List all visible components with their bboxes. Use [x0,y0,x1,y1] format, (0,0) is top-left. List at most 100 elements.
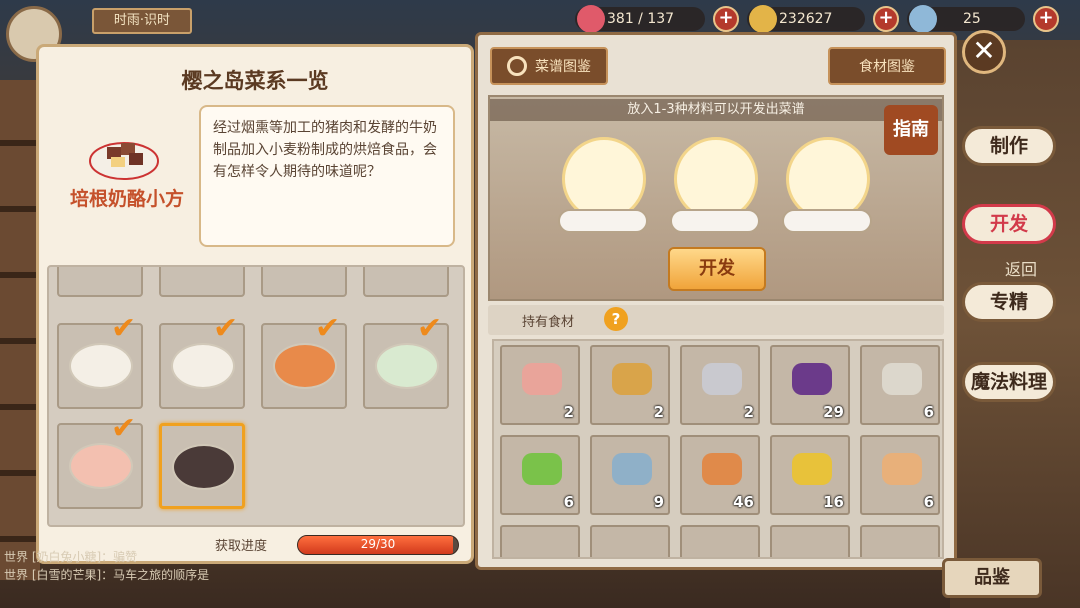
chat-line: 世界 [白雪的芒果]：马车之旅的顺序是 [4,568,210,582]
dish-cell[interactable]: ✔ [363,314,449,409]
prawn-icon [702,453,742,485]
time-tag: 时雨·识时 [92,8,192,34]
dish-description: 经过烟熏等加工的猪肉和发酵的牛奶制品加入小麦粉制成的烘焙食品，会有怎样令人期待的… [199,105,455,247]
background-shelf [0,80,40,580]
ingredient-cell[interactable]: 2 [500,345,580,425]
dish-cell-partial[interactable] [159,267,245,297]
check-icon: ✔ [111,311,137,346]
ingredient-cell-partial[interactable] [770,525,850,557]
ingredient-cell[interactable]: 2 [680,345,760,425]
coin-value: 232627 [779,11,833,27]
ingredient-cell-partial[interactable] [590,525,670,557]
dish-cell-selected[interactable] [159,423,245,509]
ingredient-cell[interactable]: 29 [770,345,850,425]
gem-counter: 25 [907,5,1025,33]
ingredient-book-button[interactable]: 食材图鉴 [828,47,946,85]
ingredient-cell[interactable]: 9 [590,435,670,515]
cuisine-list-panel: 樱之岛菜系一览 培根奶酪小方 经过烟熏等加工的猪肉和发酵的牛奶制品加入小麦粉制成… [36,44,474,564]
coin-counter: 232627 [747,5,865,33]
add-stamina-button[interactable]: + [713,6,739,32]
stamina-counter: 381 / 137 [575,5,705,33]
dish-cell[interactable]: ✔ [261,314,347,409]
check-icon: ✔ [315,311,341,346]
make-button[interactable]: 制作 [962,126,1056,166]
egg-icon [882,453,922,485]
develop-button[interactable]: 开发 [668,247,766,291]
dish-plate-icon [172,444,236,490]
ingredient-count: 6 [923,493,934,511]
development-panel: 菜谱图鉴 食材图鉴 放入1-3种材料可以开发出菜谱 指南 开发 持有食材 ? 2… [475,32,957,570]
guide-button[interactable]: 指南 [884,105,938,155]
check-icon: ✔ [213,311,239,346]
magic-cooking-button[interactable]: 魔法料理 [962,362,1056,402]
dish-cell[interactable]: ✔ [57,314,143,409]
pork-belly-icon [522,363,562,395]
ingredient-cell[interactable]: 6 [500,435,580,515]
heart-icon [577,5,605,33]
coin-icon [749,5,777,33]
add-gem-button[interactable]: + [1033,6,1059,32]
ingredient-cell-partial[interactable] [500,525,580,557]
ingredient-count: 2 [743,403,754,421]
check-icon: ✔ [417,311,443,346]
owned-ingredients-label: 持有食材 [522,315,575,330]
dish-preview-image [89,142,159,180]
add-coin-button[interactable]: + [873,6,899,32]
ingredient-cell-partial[interactable] [680,525,760,557]
ingredient-count: 46 [733,493,754,511]
ingredient-slot-3-label [782,209,872,233]
search-icon [507,56,527,76]
ingredient-slot-1-label [558,209,648,233]
shrimp-icon [612,453,652,485]
ingredient-count: 6 [923,403,934,421]
develop-tab-button[interactable]: 开发 [962,204,1056,244]
back-button[interactable]: 返回 [1005,256,1037,280]
dish-plate-icon [69,443,133,489]
yellow-fish-icon [792,453,832,485]
ingredient-count: 29 [823,403,844,421]
check-icon: ✔ [111,411,137,446]
eggplant-icon [792,363,832,395]
gem-icon [909,5,937,33]
dish-plate-icon [375,343,439,389]
ingredient-cell[interactable]: 6 [860,435,940,515]
ingredient-cell[interactable]: 2 [590,345,670,425]
potato-icon [612,363,652,395]
development-area: 放入1-3种材料可以开发出菜谱 指南 开发 [488,95,944,301]
recipe-book-label: 菜谱图鉴 [535,59,591,75]
dish-cell-partial[interactable] [57,267,143,297]
ingredient-count: 2 [653,403,664,421]
development-hint: 放入1-3种材料可以开发出菜谱 [490,99,942,121]
recipe-book-button[interactable]: 菜谱图鉴 [490,47,608,85]
dish-cell-partial[interactable] [261,267,347,297]
ingredient-cell[interactable]: 6 [860,345,940,425]
ingredient-grid: 2 2 2 29 6 6 9 46 16 6 [492,339,944,559]
ingredient-cell[interactable]: 16 [770,435,850,515]
world-chat: 世界 [奶白兔小糖]：骗赞 世界 [白雪的芒果]：马车之旅的顺序是 [0,548,470,584]
dish-cell[interactable]: ✔ [159,314,245,409]
specialize-button[interactable]: 专精 [962,282,1056,322]
ingredient-count: 9 [653,493,664,511]
ingredient-cell[interactable]: 46 [680,435,760,515]
fish-icon [702,363,742,395]
ingredient-count: 6 [563,493,574,511]
dish-grid: ✔ ✔ ✔ ✔ ✔ [47,265,465,527]
dish-plate-icon [171,343,235,389]
identify-button[interactable]: 品鉴 [942,558,1042,598]
dish-cell-partial[interactable] [363,267,449,297]
dish-plate-icon [273,343,337,389]
ingredient-slot-2-label [670,209,760,233]
chat-line: 世界 [奶白兔小糖]：骗赞 [4,550,138,564]
dish-name: 培根奶酪小方 [69,188,184,210]
stamina-value: 381 / 137 [607,11,675,27]
dish-cell[interactable]: ✔ [57,414,143,509]
help-icon[interactable]: ? [604,307,628,331]
panel-title: 樱之岛菜系一览 [181,68,329,93]
ingredient-cell-partial[interactable] [860,525,940,557]
close-button[interactable]: ✕ [962,30,1006,74]
lettuce-icon [522,453,562,485]
ingredient-count: 2 [563,403,574,421]
oyster-icon [882,363,922,395]
dish-plate-icon [69,343,133,389]
ingredient-count: 16 [823,493,844,511]
